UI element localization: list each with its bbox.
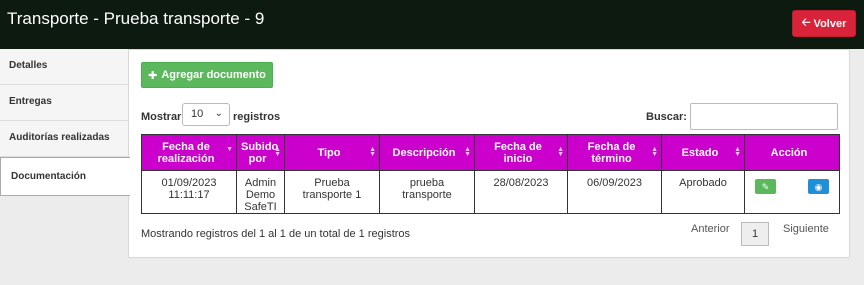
cell-tipo: Prueba transporte 1: [284, 170, 380, 214]
cell-subido-por: Admin Demo SafeTI: [236, 170, 285, 214]
sidebar: Detalles Entregas Auditorías realizadas …: [0, 49, 130, 285]
back-button-label: Volver: [813, 17, 847, 30]
sort-icon: ▲ ▼: [651, 146, 658, 158]
documents-panel: ✚ Agregar documento Mostrar 10 ⌄ registr…: [128, 49, 850, 258]
col-header-descripcion[interactable]: Descripción ▲ ▼: [379, 134, 475, 171]
col-header-tipo[interactable]: Tipo ▲ ▼: [284, 134, 380, 171]
pencil-icon: ✎: [761, 181, 770, 192]
back-button[interactable]: 🡠 Volver: [792, 10, 856, 37]
pagination-prev[interactable]: Anterior: [691, 223, 730, 235]
chevron-down-icon: ⌄: [214, 108, 223, 119]
plus-icon: ✚: [148, 69, 158, 82]
table-header-row: Fecha de realización ▼ Subido por ▲ ▼ Tipo ▲…: [141, 134, 840, 171]
cell-descripcion: prueba transporte: [379, 170, 475, 214]
sidebar-item-auditorias[interactable]: Auditorías realizadas: [0, 121, 128, 157]
page-size-value: 10: [191, 108, 204, 120]
sidebar-item-entregas[interactable]: Entregas: [0, 85, 128, 121]
pagination-next[interactable]: Siguiente: [783, 223, 829, 235]
page-size-select[interactable]: 10 ⌄: [182, 103, 230, 126]
arrow-left-icon: 🡠: [801, 17, 811, 29]
col-header-accion: Acción: [744, 134, 840, 171]
edit-button[interactable]: ✎: [755, 179, 776, 194]
sidebar-item-documentacion[interactable]: Documentación: [0, 157, 130, 196]
col-header-fecha-inicio[interactable]: Fecha de inicio ▲ ▼: [474, 134, 568, 171]
documents-table: Fecha de realización ▼ Subido por ▲ ▼ Tipo ▲…: [141, 134, 840, 214]
show-label: Mostrar: [141, 111, 182, 123]
table-info: Mostrando registros del 1 al 1 de un tot…: [141, 228, 411, 240]
col-header-fecha-realizacion[interactable]: Fecha de realización ▼: [141, 134, 237, 171]
sort-icon: ▲ ▼: [369, 146, 376, 158]
top-bar: Transporte - Prueba transporte - 9 🡠 Vol…: [0, 0, 864, 49]
cell-fecha-inicio: 28/08/2023: [474, 170, 568, 214]
add-document-label: Agregar documento: [161, 69, 266, 81]
col-header-estado[interactable]: Estado ▲ ▼: [661, 134, 745, 171]
sidebar-item-detalles[interactable]: Detalles: [0, 49, 128, 85]
sort-icon: ▲ ▼: [557, 146, 564, 158]
records-label: registros: [233, 111, 281, 123]
sort-desc-icon: ▼: [226, 146, 233, 153]
table-row: 01/09/2023 11:11:17 Admin Demo SafeTI Pr…: [141, 170, 840, 214]
pagination-page-1[interactable]: 1: [741, 222, 769, 246]
eye-icon: ◉: [814, 181, 823, 192]
search-input[interactable]: [690, 103, 838, 130]
cell-accion: ✎ ◉: [744, 170, 840, 214]
cell-estado: Aprobado: [661, 170, 745, 214]
sort-icon: ▲ ▼: [274, 146, 281, 158]
cell-fecha-termino: 06/09/2023: [567, 170, 662, 214]
cell-fecha-realizacion: 01/09/2023 11:11:17: [141, 170, 237, 214]
view-button[interactable]: ◉: [808, 179, 829, 194]
sort-icon: ▲ ▼: [464, 146, 471, 158]
col-header-fecha-termino[interactable]: Fecha de término ▲ ▼: [567, 134, 662, 171]
add-document-button[interactable]: ✚ Agregar documento: [141, 62, 273, 88]
search-label: Buscar:: [646, 111, 687, 123]
sort-icon: ▲ ▼: [734, 146, 741, 158]
col-header-subido-por[interactable]: Subido por ▲ ▼: [236, 134, 285, 171]
page-title: Transporte - Prueba transporte - 9: [7, 9, 265, 28]
